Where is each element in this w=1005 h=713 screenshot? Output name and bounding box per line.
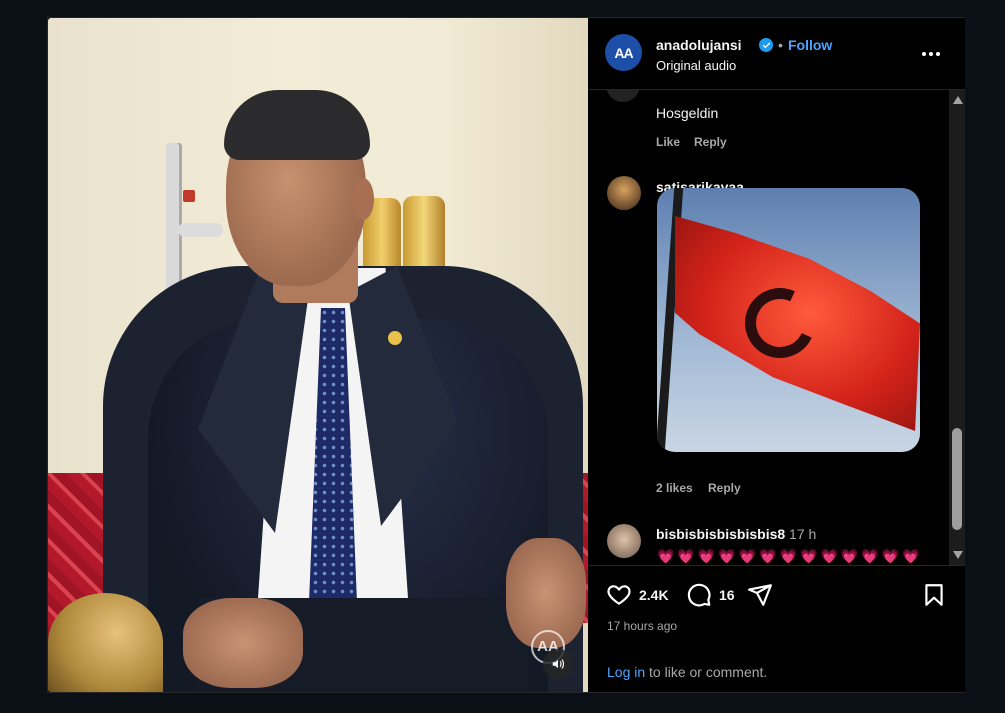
audio-toggle-button[interactable] — [543, 649, 573, 679]
video-subject-pin — [388, 331, 402, 345]
comment-count[interactable]: 16 — [719, 587, 735, 603]
login-suffix-text: to like or comment. — [645, 664, 768, 680]
comment-likes-count[interactable]: 2 likes — [656, 481, 693, 495]
video-subject-hand-left — [183, 598, 303, 688]
like-count[interactable]: 2.4K — [639, 587, 669, 603]
comment-flag-gif — [657, 188, 920, 452]
video-scene-chair-arm — [48, 593, 163, 692]
scroll-up-arrow-icon[interactable] — [953, 96, 963, 104]
separator-dot: • — [778, 37, 783, 53]
post-header: AA anadolujansi • Follow Original audio — [589, 18, 965, 90]
account-username[interactable]: anadolujansi — [656, 37, 742, 53]
comment-bubble-icon[interactable] — [686, 582, 712, 608]
comment-avatar[interactable] — [606, 90, 640, 102]
video-scene-valve — [183, 190, 195, 202]
comment-avatar[interactable] — [607, 524, 641, 558]
video-subject-ear — [352, 178, 374, 220]
more-options-icon[interactable] — [919, 42, 943, 66]
comment-reply-button[interactable]: Reply — [694, 135, 727, 149]
post-side-panel: AA anadolujansi • Follow Original audio … — [589, 18, 965, 692]
login-link[interactable]: Log in — [607, 664, 645, 680]
save-bookmark-icon[interactable] — [921, 582, 947, 608]
speaker-icon — [552, 659, 564, 669]
scroll-down-arrow-icon[interactable] — [953, 551, 963, 559]
video-player[interactable]: AA — [48, 18, 588, 692]
post-actions: 2.4K 16 17 hours ago Log in to like or c… — [589, 565, 965, 692]
comment-time: 17 h — [789, 526, 817, 542]
comments-list[interactable]: Hosgeldin Like Reply satisarikayaa 2 lik… — [589, 90, 965, 565]
comment-username-text[interactable]: bisbisbisbisbisbis8 — [656, 526, 785, 542]
verified-badge-icon — [759, 38, 773, 52]
like-heart-icon[interactable] — [606, 582, 632, 608]
scrollbar-thumb[interactable] — [952, 428, 962, 530]
video-scene — [166, 143, 182, 293]
video-scene-pipe — [178, 223, 223, 237]
share-send-icon[interactable] — [747, 582, 773, 608]
account-avatar[interactable]: AA — [605, 34, 642, 71]
video-subject-hair — [224, 90, 370, 160]
login-prompt: Log in to like or comment. — [607, 664, 767, 680]
follow-button[interactable]: Follow — [788, 37, 832, 53]
comment-hearts-text: 💗💗💗💗💗💗💗💗💗💗💗💗💗💗💗💗💗💗 — [657, 548, 923, 564]
post-modal: AA AA anadolujansi • Follow Original aud… — [47, 17, 965, 693]
posted-time[interactable]: 17 hours ago — [607, 619, 677, 633]
comment-avatar[interactable] — [607, 176, 641, 210]
comment-username[interactable]: bisbisbisbisbisbis8 17 h — [656, 526, 816, 542]
comment-text: Hosgeldin — [656, 105, 719, 121]
comment-reply-button[interactable]: Reply — [708, 481, 741, 495]
audio-link[interactable]: Original audio — [656, 58, 736, 73]
comment-like-button[interactable]: Like — [656, 135, 680, 149]
